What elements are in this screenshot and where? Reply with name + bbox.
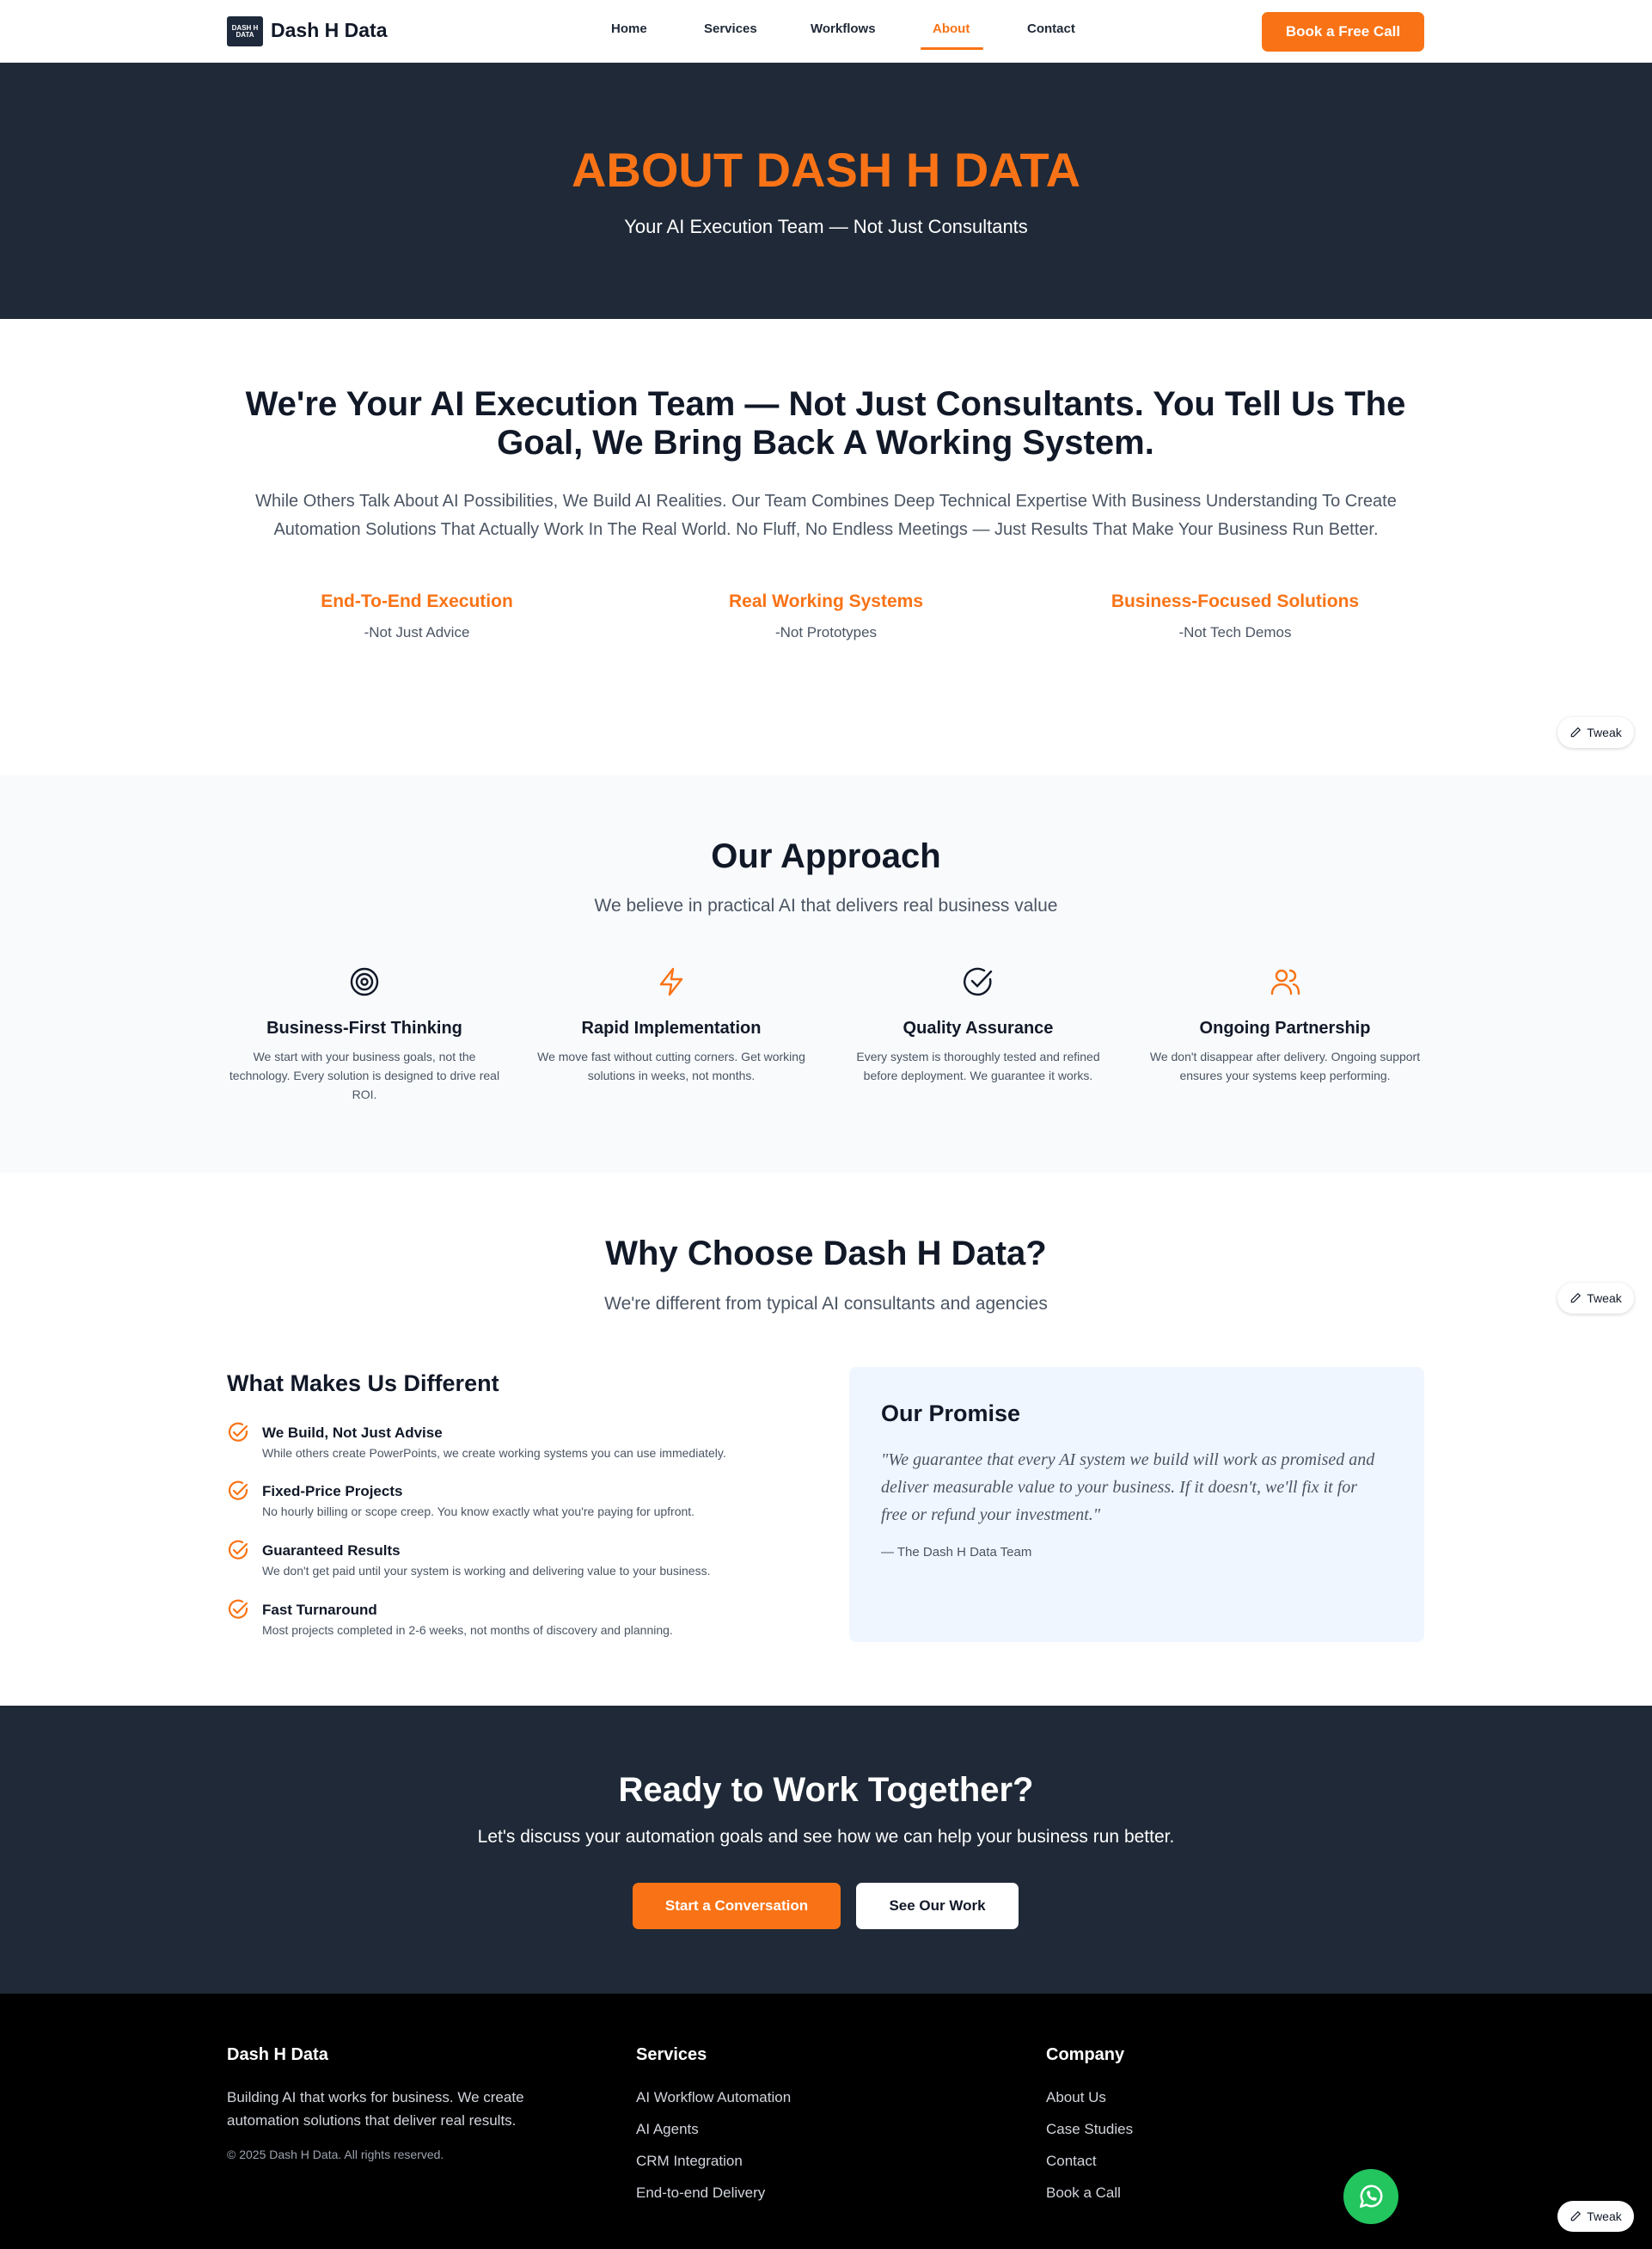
cta-subtitle: Let's discuss your automation goals and … xyxy=(477,1827,1175,1847)
pillar-title: Real Working Systems xyxy=(728,591,924,611)
pillar-real-systems: Real Working Systems -Not Prototypes xyxy=(637,591,1015,641)
footer-link-contact[interactable]: Contact xyxy=(1046,2151,1133,2171)
footer-brand: Dash H Data xyxy=(227,2045,328,2064)
card-desc: We move fast without cutting corners. Ge… xyxy=(537,1050,805,1082)
hero-section: ABOUT DASH H DATA Your AI Execution Team… xyxy=(0,63,1652,319)
brand-name[interactable]: Dash H Data xyxy=(271,19,387,42)
hero-subtitle: Your AI Execution Team — Not Just Consul… xyxy=(624,216,1028,237)
diff-item-desc: While others create PowerPoints, we crea… xyxy=(262,1446,726,1460)
card-title: Rapid Implementation xyxy=(581,1019,762,1038)
footer-company-column: Company About Us Case Studies Contact Bo… xyxy=(1046,2045,1133,2203)
pillar-subtitle: -Not Prototypes xyxy=(774,624,878,640)
check-circle-icon xyxy=(964,967,993,996)
footer-link-about[interactable]: About Us xyxy=(1046,2087,1133,2107)
tweak-label: Tweak xyxy=(1587,726,1622,739)
tweak-label: Tweak xyxy=(1587,2209,1622,2223)
footer-copyright: © 2025 Dash H Data. All rights reserved. xyxy=(227,2148,444,2161)
diff-title: What Makes Us Different xyxy=(227,1370,499,1396)
check-circle-icon xyxy=(228,1540,248,1560)
footer-link-ai-workflow[interactable]: AI Workflow Automation xyxy=(636,2087,791,2107)
pillar-title: End-To-End Execution xyxy=(321,591,513,611)
pillar-subtitle: -Not Tech Demos xyxy=(1178,624,1292,640)
promise-quote: "We guarantee that every AI system we bu… xyxy=(881,1450,1375,1524)
tweak-button[interactable]: Tweak xyxy=(1557,717,1634,748)
footer-link-book-call[interactable]: Book a Call xyxy=(1046,2183,1133,2203)
logo[interactable]: DASH H DATA xyxy=(227,16,263,46)
diff-item-title: Fast Turnaround xyxy=(262,1602,377,1618)
book-call-button[interactable]: Book a Free Call xyxy=(1262,12,1424,52)
diff-item-desc: We don't get paid until your system is w… xyxy=(262,1564,711,1578)
diff-item-title: Guaranteed Results xyxy=(262,1542,401,1559)
tweak-button[interactable]: Tweak xyxy=(1557,2201,1634,2232)
diff-item-title: We Build, Not Just Advise xyxy=(262,1425,443,1441)
card-desc: We start with your business goals, not t… xyxy=(229,1050,500,1101)
nav-about[interactable]: About xyxy=(933,21,970,36)
hero-title: ABOUT DASH H DATA xyxy=(571,143,1081,197)
footer-link-crm[interactable]: CRM Integration xyxy=(636,2151,791,2171)
footer: Dash H Data Building AI that works for b… xyxy=(0,1994,1652,2249)
check-circle-icon xyxy=(228,1480,248,1500)
why-subtitle: We're different from typical AI consulta… xyxy=(604,1294,1048,1314)
footer-link-end-to-end[interactable]: End-to-end Delivery xyxy=(636,2183,791,2203)
approach-card-business-first: Business-First Thinking We start with yo… xyxy=(227,965,502,1104)
pillar-title: Business-Focused Solutions xyxy=(1111,591,1360,611)
footer-services-column: Services AI Workflow Automation AI Agent… xyxy=(636,2045,791,2203)
top-navbar: DASH H DATA Dash H Data Home Services Wo… xyxy=(0,0,1652,63)
nav-home[interactable]: Home xyxy=(611,21,647,36)
footer-company-title: Company xyxy=(1046,2045,1125,2064)
whatsapp-icon xyxy=(1360,2185,1383,2208)
card-desc: We don't disappear after delivery. Ongoi… xyxy=(1149,1050,1421,1082)
cta-section: Ready to Work Together? Let's discuss yo… xyxy=(0,1706,1652,1994)
whatsapp-button[interactable] xyxy=(1343,2169,1398,2224)
why-title: Why Choose Dash H Data? xyxy=(605,1235,1047,1272)
pillar-subtitle: -Not Just Advice xyxy=(364,624,470,640)
page: DASH H DATA Dash H Data Home Services Wo… xyxy=(0,0,1652,2249)
promise-signature: — The Dash H Data Team xyxy=(881,1545,1032,1560)
promise-title: Our Promise xyxy=(881,1400,1021,1426)
check-circle-icon xyxy=(228,1599,248,1619)
nav-contact[interactable]: Contact xyxy=(1027,21,1075,36)
users-icon xyxy=(1270,969,1300,996)
footer-services-title: Services xyxy=(636,2045,707,2064)
start-conversation-button[interactable]: Start a Conversation xyxy=(633,1883,841,1929)
approach-title: Our Approach xyxy=(711,837,941,875)
pencil-icon xyxy=(1571,1292,1582,1303)
approach-card-partnership: Ongoing Partnership We don't disappear a… xyxy=(1147,965,1423,1085)
pencil-icon xyxy=(1571,2210,1582,2221)
pillar-end-to-end: End-To-End Execution -Not Just Advice xyxy=(228,591,606,641)
promise-card: Our Promise "We guarantee that every AI … xyxy=(849,1367,1424,1642)
tweak-label: Tweak xyxy=(1587,1291,1622,1305)
nav-workflows[interactable]: Workflows xyxy=(811,21,876,36)
approach-section: Our Approach We believe in practical AI … xyxy=(0,775,1652,1173)
card-desc: Every system is thoroughly tested and re… xyxy=(856,1050,1100,1082)
pencil-icon xyxy=(1571,726,1582,738)
approach-subtitle: We believe in practical AI that delivers… xyxy=(594,896,1058,916)
active-nav-indicator xyxy=(921,47,983,50)
intro-text: While Others Talk About AI Possibilities… xyxy=(255,492,1397,539)
footer-description: Building AI that works for business. We … xyxy=(227,2089,524,2129)
diff-item-desc: No hourly billing or scope creep. You kn… xyxy=(262,1504,695,1518)
lightning-icon xyxy=(659,967,683,996)
footer-brand-column: Dash H Data Building AI that works for b… xyxy=(227,2045,571,2161)
target-icon xyxy=(350,967,379,996)
card-title: Business-First Thinking xyxy=(266,1019,462,1038)
diff-item-title: Fixed-Price Projects xyxy=(262,1483,403,1499)
card-title: Ongoing Partnership xyxy=(1199,1019,1371,1038)
pillar-business-focused: Business-Focused Solutions -Not Tech Dem… xyxy=(1046,591,1424,641)
check-circle-icon xyxy=(228,1422,248,1442)
nav-services[interactable]: Services xyxy=(704,21,757,36)
main-column: DASH H DATA Dash H Data Home Services Wo… xyxy=(0,0,1652,2249)
tweak-button[interactable]: Tweak xyxy=(1557,1283,1634,1314)
footer-link-case-studies[interactable]: Case Studies xyxy=(1046,2119,1133,2139)
cta-title: Ready to Work Together? xyxy=(618,1771,1034,1809)
card-title: Quality Assurance xyxy=(902,1019,1054,1038)
logo-text: DASH H DATA xyxy=(231,23,259,39)
footer-link-ai-agents[interactable]: AI Agents xyxy=(636,2119,791,2139)
intro-title: We're Your AI Execution Team — Not Just … xyxy=(245,385,1406,462)
approach-card-rapid: Rapid Implementation We move fast withou… xyxy=(534,965,809,1085)
approach-card-quality: Quality Assurance Every system is thorou… xyxy=(841,965,1116,1085)
diff-item-desc: Most projects completed in 2-6 weeks, no… xyxy=(262,1623,673,1637)
see-our-work-button[interactable]: See Our Work xyxy=(856,1883,1019,1929)
